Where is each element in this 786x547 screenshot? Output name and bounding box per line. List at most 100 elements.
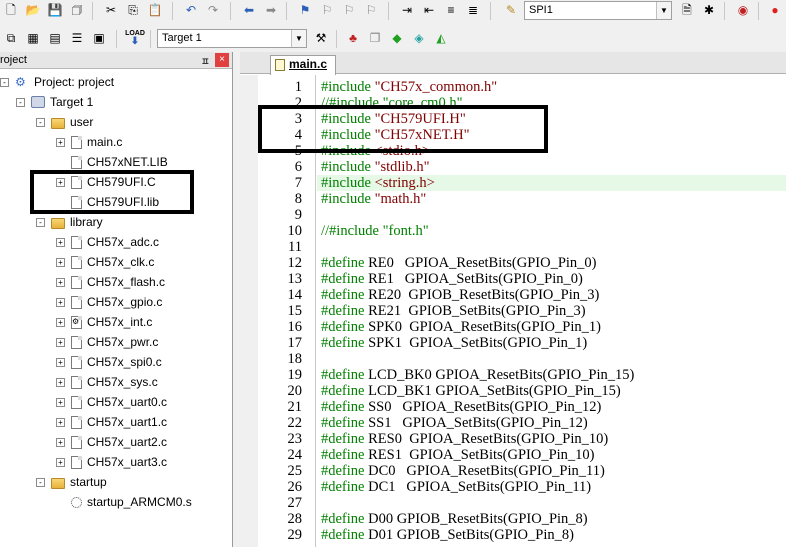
tree-file-uart0[interactable]: + CH57x_uart0.c: [56, 393, 167, 411]
tree-file-gpio[interactable]: + CH57x_gpio.c: [56, 293, 162, 311]
code-token: #define: [321, 319, 369, 335]
pin-icon[interactable]: ㅍ: [201, 53, 210, 68]
copy-icon[interactable]: ⎘: [124, 1, 142, 19]
code-token: #define: [321, 335, 369, 351]
code-line: #define RE20 GPIOB_ResetBits(GPIO_Pin_3): [321, 287, 599, 303]
rebuild-icon[interactable]: ▤: [46, 29, 64, 47]
expand-icon[interactable]: +: [56, 417, 65, 427]
cut-icon[interactable]: ✂: [102, 1, 120, 19]
expand-icon[interactable]: +: [56, 457, 65, 467]
tree-target[interactable]: - Target 1: [16, 93, 93, 111]
expand-icon[interactable]: +: [56, 277, 65, 287]
collapse-icon[interactable]: -: [0, 77, 9, 87]
tree-file-flash[interactable]: + CH57x_flash.c: [56, 273, 165, 291]
manage-rte-icon[interactable]: ◭: [432, 29, 450, 47]
new-file-icon[interactable]: 🗋: [2, 1, 20, 19]
tree-item-label: startup_ARMCM0.s: [87, 495, 192, 509]
code-token: #define: [321, 463, 369, 479]
file-icon: [71, 435, 82, 449]
gear-file-icon: ⚙: [71, 315, 82, 329]
toolbar-separator: [336, 30, 337, 48]
incremental-find-icon[interactable]: ✱: [700, 1, 718, 19]
save-icon[interactable]: 💾: [46, 1, 64, 19]
tree-file-int[interactable]: + ⚙ CH57x_int.c: [56, 313, 152, 331]
target-options-icon[interactable]: ⚒: [312, 29, 330, 47]
nav-forward-icon[interactable]: ➡: [262, 1, 280, 19]
tree-file-uart2[interactable]: + CH57x_uart2.c: [56, 433, 167, 451]
undo-icon[interactable]: ↶: [182, 1, 200, 19]
find-in-files-icon[interactable]: ✎: [502, 1, 520, 19]
batch-build-icon[interactable]: ☰: [68, 29, 86, 47]
tree-file-pwr[interactable]: + CH57x_pwr.c: [56, 333, 158, 351]
expand-icon[interactable]: +: [56, 257, 65, 267]
debug-icon[interactable]: ◉: [734, 1, 752, 19]
bookmark-icon[interactable]: ⚑: [296, 1, 314, 19]
collapse-icon[interactable]: -: [36, 217, 45, 227]
tree-folder-startup[interactable]: - startup: [36, 473, 107, 491]
tree-file-spi0[interactable]: + CH57x_spi0.c: [56, 353, 162, 371]
close-icon[interactable]: ×: [215, 53, 229, 67]
breakpoint-icon[interactable]: ●: [766, 1, 784, 19]
collapse-icon[interactable]: -: [36, 477, 45, 487]
expand-icon[interactable]: +: [56, 357, 65, 367]
select-pack-icon[interactable]: ◈: [410, 29, 428, 47]
tree-file-startup[interactable]: startup_ARMCM0.s: [56, 493, 192, 511]
tree-file-adc[interactable]: + CH57x_adc.c: [56, 233, 159, 251]
nav-back-icon[interactable]: ⬅: [240, 1, 258, 19]
find-icon[interactable]: 🗎: [678, 1, 696, 19]
open-file-icon[interactable]: 📂: [24, 1, 42, 19]
file-extensions-icon[interactable]: ❐: [366, 29, 384, 47]
pack-installer-icon[interactable]: ◆: [388, 29, 406, 47]
line-number: 23: [287, 431, 303, 447]
redo-icon[interactable]: ↷: [204, 1, 222, 19]
stop-build-icon[interactable]: ▣: [90, 29, 108, 47]
tree-project[interactable]: - ⚙ Project: project: [0, 73, 114, 91]
collapse-icon[interactable]: -: [16, 97, 25, 107]
tree-file-sys[interactable]: + CH57x_sys.c: [56, 373, 158, 391]
next-bookmark-icon[interactable]: ⚐: [340, 1, 358, 19]
save-all-icon[interactable]: 🗇: [68, 1, 86, 19]
expand-icon[interactable]: +: [56, 237, 65, 247]
file-icon: [71, 335, 82, 349]
tree-file-clk[interactable]: + CH57x_clk.c: [56, 253, 154, 271]
manage-project-icon[interactable]: ♣: [344, 29, 362, 47]
paste-icon[interactable]: 📋: [146, 1, 164, 19]
code-token: LCD_BK0 GPIOA_ResetBits(GPIO_Pin_15): [368, 367, 635, 383]
tab-main-c[interactable]: main.c: [270, 55, 337, 75]
tree-file-main-c[interactable]: + main.c: [56, 133, 122, 151]
code-line: #define SPK0 GPIOA_ResetBits(GPIO_Pin_1): [321, 319, 601, 335]
tree-file-ch57xnet-lib[interactable]: CH57xNET.LIB: [56, 153, 168, 171]
unindent-icon[interactable]: ⇤: [420, 1, 438, 19]
tree-item-label: CH57xNET.LIB: [87, 155, 168, 169]
comment-icon[interactable]: ≡: [442, 1, 460, 19]
target-select[interactable]: Target 1 ▼: [157, 29, 307, 48]
chevron-down-icon[interactable]: ▼: [291, 30, 306, 47]
expand-icon[interactable]: +: [56, 377, 65, 387]
collapse-icon[interactable]: -: [36, 117, 45, 127]
expand-icon[interactable]: +: [56, 437, 65, 447]
expand-icon[interactable]: +: [56, 397, 65, 407]
clear-bookmarks-icon[interactable]: ⚐: [362, 1, 380, 19]
code-token: //#include "font.h": [321, 223, 429, 239]
chevron-down-icon[interactable]: ▼: [656, 2, 671, 19]
prev-bookmark-icon[interactable]: ⚐: [318, 1, 336, 19]
line-number: 25: [287, 463, 303, 479]
tree-folder-user[interactable]: - user: [36, 113, 93, 131]
tree-item-label: CH57x_clk.c: [87, 255, 155, 269]
translate-icon[interactable]: ⧉: [2, 29, 20, 47]
uncomment-icon[interactable]: ≣: [464, 1, 482, 19]
file-icon: [71, 375, 82, 389]
indent-icon[interactable]: ⇥: [398, 1, 416, 19]
expand-icon[interactable]: +: [56, 317, 65, 327]
tree-file-uart1[interactable]: + CH57x_uart1.c: [56, 413, 167, 431]
expand-icon[interactable]: +: [56, 297, 65, 307]
build-icon[interactable]: ▦: [24, 29, 42, 47]
find-combo[interactable]: SPI1 ▼: [524, 1, 672, 20]
toolbar-separator: [150, 30, 151, 48]
expand-icon[interactable]: +: [56, 337, 65, 347]
tree-folder-library[interactable]: - library: [36, 213, 103, 231]
code-line: #define RE21 GPIOB_SetBits(GPIO_Pin_3): [321, 303, 586, 319]
tree-file-uart3[interactable]: + CH57x_uart3.c: [56, 453, 167, 471]
expand-icon[interactable]: +: [56, 137, 65, 147]
load-icon[interactable]: LOAD ⬇: [125, 29, 145, 47]
